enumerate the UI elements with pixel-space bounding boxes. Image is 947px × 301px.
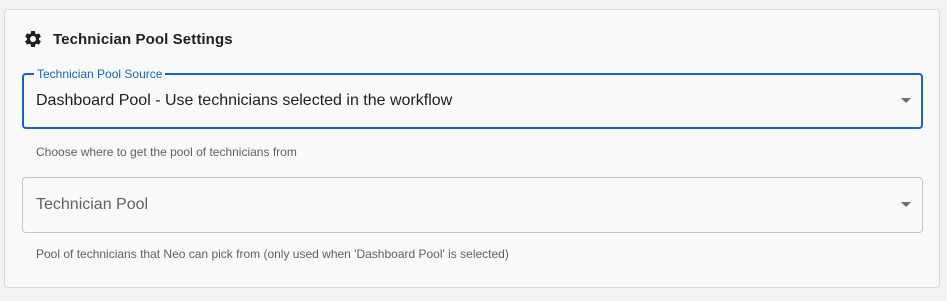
technician-pool-source-value: Dashboard Pool - Use technicians selecte… [36, 92, 453, 109]
technician-pool-source-label: Technician Pool Source [34, 66, 166, 82]
dropdown-arrow-icon[interactable] [901, 202, 911, 207]
technician-pool-placeholder: Technician Pool [36, 196, 149, 213]
section-title: Technician Pool Settings [53, 30, 233, 48]
dropdown-arrow-icon[interactable] [901, 98, 911, 103]
technician-pool-select[interactable]: Technician Pool [22, 177, 923, 233]
technician-pool-helper: Pool of technicians that Neo can pick fr… [36, 247, 509, 261]
technician-pool-source-helper: Choose where to get the pool of technici… [36, 145, 297, 159]
technician-pool-source-select[interactable]: Technician Pool Source Dashboard Pool - … [22, 66, 923, 129]
panel-header: Technician Pool Settings [23, 29, 233, 49]
technician-pool-settings-panel: Technician Pool Settings Technician Pool… [4, 9, 940, 288]
gear-icon [23, 29, 43, 49]
